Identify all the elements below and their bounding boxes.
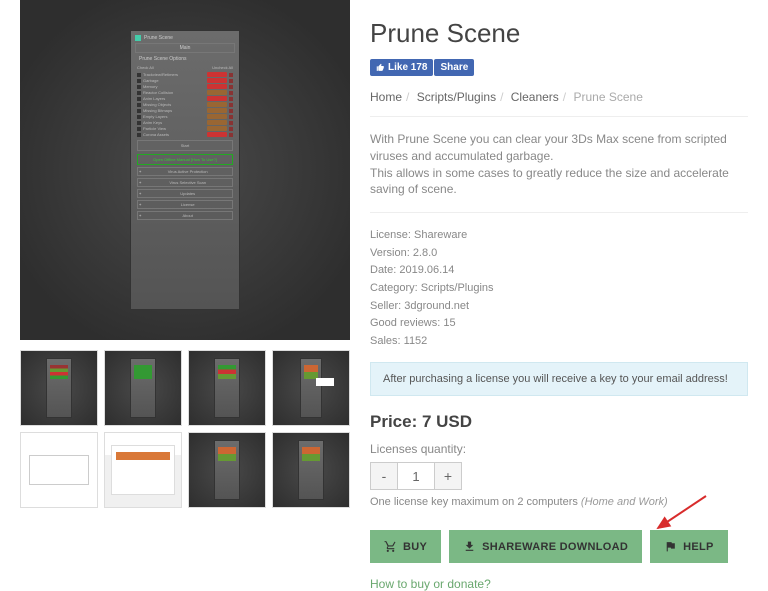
fb-share-label: Share bbox=[440, 62, 468, 73]
preview-uncheck-all: Uncheck All bbox=[212, 65, 233, 70]
qty-label: Licenses quantity: bbox=[370, 442, 748, 456]
meta-value: 3dground.net bbox=[404, 300, 469, 312]
thumbnail[interactable] bbox=[188, 350, 266, 426]
facebook-share-button[interactable]: Share bbox=[434, 59, 474, 76]
quantity-stepper: - 1 + bbox=[370, 462, 748, 490]
thumbnail[interactable] bbox=[272, 350, 350, 426]
thumbnail[interactable] bbox=[104, 350, 182, 426]
meta-value: 1152 bbox=[404, 335, 428, 347]
meta-label: Good reviews: bbox=[370, 317, 440, 329]
preview-options-header: Prune Scene Options bbox=[135, 55, 235, 63]
help-button[interactable]: HELP bbox=[650, 530, 728, 563]
facebook-like-button[interactable]: Like 178 bbox=[370, 59, 433, 76]
thumbnail-grid bbox=[20, 350, 350, 508]
meta-value: 2.8.0 bbox=[413, 247, 437, 259]
price-label: Price: 7 USD bbox=[370, 412, 748, 432]
help-label: HELP bbox=[683, 541, 714, 553]
breadcrumb: Home/ Scripts/Plugins/ Cleaners/ Prune S… bbox=[370, 90, 748, 117]
meta-value: Shareware bbox=[414, 229, 467, 241]
breadcrumb-subcategory[interactable]: Cleaners bbox=[511, 90, 559, 104]
preview-dialog: Prune Scene Main Prune Scene Options Che… bbox=[130, 30, 240, 310]
thumbnail[interactable] bbox=[104, 432, 182, 508]
qty-plus-button[interactable]: + bbox=[434, 462, 462, 490]
preview-start-btn: Start bbox=[137, 140, 233, 151]
preview-tab-main: Main bbox=[135, 43, 235, 53]
meta-label: Sales: bbox=[370, 335, 401, 347]
preview-check-all: Check All bbox=[137, 65, 154, 70]
meta-label: Version: bbox=[370, 247, 410, 259]
meta-value: 15 bbox=[443, 317, 455, 329]
thumbnail[interactable] bbox=[20, 432, 98, 508]
download-label: SHAREWARE DOWNLOAD bbox=[482, 541, 628, 553]
preview-manual-btn: Open Offline Manual [How To Use?] bbox=[137, 154, 233, 165]
meta-label: Category: bbox=[370, 282, 418, 294]
thumbnail[interactable] bbox=[272, 432, 350, 508]
meta-value: Scripts/Plugins bbox=[421, 282, 494, 294]
breadcrumb-category[interactable]: Scripts/Plugins bbox=[417, 90, 496, 104]
meta-label: Date: bbox=[370, 264, 396, 276]
thumb-up-icon bbox=[376, 63, 385, 72]
product-preview[interactable]: Prune Scene Main Prune Scene Options Che… bbox=[20, 0, 350, 340]
annotation-arrow bbox=[648, 494, 708, 534]
buy-button[interactable]: BUY bbox=[370, 530, 441, 563]
description-line: With Prune Scene you can clear your 3Ds … bbox=[370, 131, 748, 165]
donate-link[interactable]: How to buy or donate? bbox=[370, 577, 748, 591]
preview-window-title: Prune Scene bbox=[144, 35, 173, 41]
thumbnail[interactable] bbox=[188, 432, 266, 508]
hint-text: One license key maximum on 2 computers bbox=[370, 496, 581, 508]
breadcrumb-home[interactable]: Home bbox=[370, 90, 402, 104]
purchase-notice: After purchasing a license you will rece… bbox=[370, 362, 748, 396]
fb-like-label: Like 178 bbox=[388, 62, 427, 73]
breadcrumb-current: Prune Scene bbox=[573, 90, 642, 104]
meta-value: 2019.06.14 bbox=[399, 264, 454, 276]
qty-minus-button[interactable]: - bbox=[370, 462, 398, 490]
thumbnail[interactable] bbox=[20, 350, 98, 426]
description-line: This allows in some cases to greatly red… bbox=[370, 165, 748, 199]
product-title: Prune Scene bbox=[370, 18, 748, 49]
product-meta: License: Shareware Version: 2.8.0 Date: … bbox=[370, 227, 748, 350]
meta-label: License: bbox=[370, 229, 411, 241]
buy-label: BUY bbox=[403, 541, 427, 553]
meta-label: Seller: bbox=[370, 300, 401, 312]
product-description: With Prune Scene you can clear your 3Ds … bbox=[370, 131, 748, 213]
download-icon bbox=[463, 540, 476, 553]
cart-icon bbox=[384, 540, 397, 553]
flag-icon bbox=[664, 540, 677, 553]
qty-value[interactable]: 1 bbox=[398, 462, 434, 490]
download-button[interactable]: SHAREWARE DOWNLOAD bbox=[449, 530, 642, 563]
